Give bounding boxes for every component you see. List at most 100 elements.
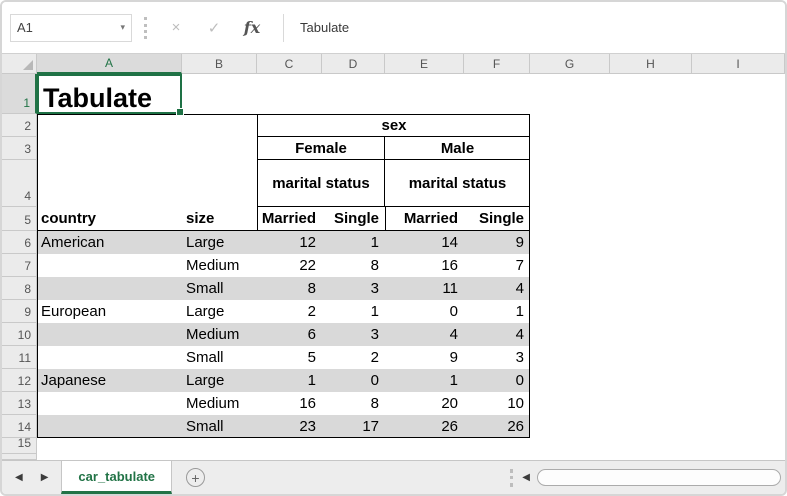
cell-A6[interactable]: American [37, 231, 182, 254]
name-box[interactable]: A1 ▾ [10, 14, 132, 42]
cell-marital-status-male[interactable]: marital status [385, 160, 530, 207]
cell-married-female-header[interactable]: Married [257, 207, 322, 231]
column-header-I[interactable]: I [692, 54, 785, 74]
row-header-10[interactable]: 10 [2, 323, 37, 346]
cell-B11[interactable]: Small [182, 346, 257, 369]
row-header-13[interactable]: 13 [2, 392, 37, 415]
cell-E11[interactable]: 9 [385, 346, 464, 369]
cancel-icon[interactable]: × [157, 14, 195, 42]
row-header-8[interactable]: 8 [2, 277, 37, 300]
column-header-H[interactable]: H [610, 54, 692, 74]
formula-input[interactable]: Tabulate [290, 20, 777, 35]
cell-female-header[interactable]: Female [257, 137, 385, 160]
cell-F13[interactable]: 10 [464, 392, 530, 415]
column-header-B[interactable]: B [182, 54, 257, 74]
tabbar-splitter[interactable] [510, 469, 513, 487]
row-header-11[interactable]: 11 [2, 346, 37, 369]
add-sheet-button[interactable]: + [186, 468, 205, 487]
cell-B14[interactable]: Small [182, 415, 257, 438]
cell-C11[interactable]: 5 [257, 346, 322, 369]
cell-single-female-header[interactable]: Single [322, 207, 385, 231]
cell-D7[interactable]: 8 [322, 254, 385, 277]
cell-D11[interactable]: 2 [322, 346, 385, 369]
insert-function-icon[interactable]: fx [233, 14, 271, 42]
next-sheet-icon[interactable]: ▶ [38, 472, 52, 483]
row-header-9[interactable]: 9 [2, 300, 37, 323]
column-header-G[interactable]: G [530, 54, 610, 74]
cell-F11[interactable]: 3 [464, 346, 530, 369]
cell-E9[interactable]: 0 [385, 300, 464, 323]
cell-F12[interactable]: 0 [464, 369, 530, 392]
cell-E10[interactable]: 4 [385, 323, 464, 346]
cell-B6[interactable]: Large [182, 231, 257, 254]
cell-marital-status-female[interactable]: marital status [257, 160, 385, 207]
row-header-12[interactable]: 12 [2, 369, 37, 392]
column-header-F[interactable]: F [464, 54, 530, 74]
cell-E14[interactable]: 26 [385, 415, 464, 438]
cell-F10[interactable]: 4 [464, 323, 530, 346]
row-header-4[interactable]: 4 [2, 160, 37, 207]
cell-B7[interactable]: Medium [182, 254, 257, 277]
cell-sex-header[interactable]: sex [257, 114, 530, 137]
row-header-7[interactable]: 7 [2, 254, 37, 277]
formula-bar-grip[interactable] [144, 17, 147, 39]
row-header-15[interactable]: 15 [2, 438, 37, 454]
cell-C8[interactable]: 8 [257, 277, 322, 300]
scroll-left-icon[interactable]: ◀ [519, 461, 533, 494]
column-header-D[interactable]: D [322, 54, 385, 74]
cell-B9[interactable]: Large [182, 300, 257, 323]
cell-F14[interactable]: 26 [464, 415, 530, 438]
cell-A9[interactable]: European [37, 300, 182, 323]
cell-C6[interactable]: 12 [257, 231, 322, 254]
cell-single-male-header[interactable]: Single [464, 207, 530, 231]
cell-D13[interactable]: 8 [322, 392, 385, 415]
cell-married-male-header[interactable]: Married [385, 207, 464, 231]
cell-C7[interactable]: 22 [257, 254, 322, 277]
cell-D9[interactable]: 1 [322, 300, 385, 323]
row-header-5[interactable]: 5 [2, 207, 37, 231]
row-header-1[interactable]: 1 [2, 74, 37, 114]
column-header-A[interactable]: A [37, 54, 182, 74]
cell-D14[interactable]: 17 [322, 415, 385, 438]
cell-C14[interactable]: 23 [257, 415, 322, 438]
row-header-2[interactable]: 2 [2, 114, 37, 137]
cell-B13[interactable]: Medium [182, 392, 257, 415]
column-header-E[interactable]: E [385, 54, 464, 74]
cell-E13[interactable]: 20 [385, 392, 464, 415]
select-all-corner[interactable] [2, 54, 37, 74]
cell-F7[interactable]: 7 [464, 254, 530, 277]
cell-C13[interactable]: 16 [257, 392, 322, 415]
cell-E6[interactable]: 14 [385, 231, 464, 254]
cell-D8[interactable]: 3 [322, 277, 385, 300]
cell-D6[interactable]: 1 [322, 231, 385, 254]
horizontal-scrollbar[interactable] [533, 461, 785, 494]
row-header-6[interactable]: 6 [2, 231, 37, 254]
cell-male-header[interactable]: Male [385, 137, 530, 160]
cell-A12[interactable]: Japanese [37, 369, 182, 392]
horizontal-scrollbar-thumb[interactable] [537, 469, 781, 486]
cell-D10[interactable]: 3 [322, 323, 385, 346]
cell-C12[interactable]: 1 [257, 369, 322, 392]
row-header-3[interactable]: 3 [2, 137, 37, 160]
sheet-grid[interactable]: A B C D E F G H I 1 2 3 4 5 6 7 8 9 10 1… [2, 54, 785, 460]
cell-B12[interactable]: Large [182, 369, 257, 392]
enter-icon[interactable]: ✓ [195, 14, 233, 42]
cell-C10[interactable]: 6 [257, 323, 322, 346]
cell-F8[interactable]: 4 [464, 277, 530, 300]
prev-sheet-icon[interactable]: ◀ [12, 472, 26, 483]
column-header-C[interactable]: C [257, 54, 322, 74]
row-header-14[interactable]: 14 [2, 415, 37, 438]
cell-D12[interactable]: 0 [322, 369, 385, 392]
cell-size-header[interactable]: size [182, 207, 257, 231]
cell-E7[interactable]: 16 [385, 254, 464, 277]
cell-C9[interactable]: 2 [257, 300, 322, 323]
cell-E12[interactable]: 1 [385, 369, 464, 392]
sheet-tab-car-tabulate[interactable]: car_tabulate [61, 461, 172, 494]
cell-country-header[interactable]: country [37, 207, 182, 231]
cell-E8[interactable]: 11 [385, 277, 464, 300]
cell-F9[interactable]: 1 [464, 300, 530, 323]
cell-B10[interactable]: Medium [182, 323, 257, 346]
name-box-dropdown-icon[interactable]: ▾ [120, 22, 125, 33]
cell-B8[interactable]: Small [182, 277, 257, 300]
cell-F6[interactable]: 9 [464, 231, 530, 254]
